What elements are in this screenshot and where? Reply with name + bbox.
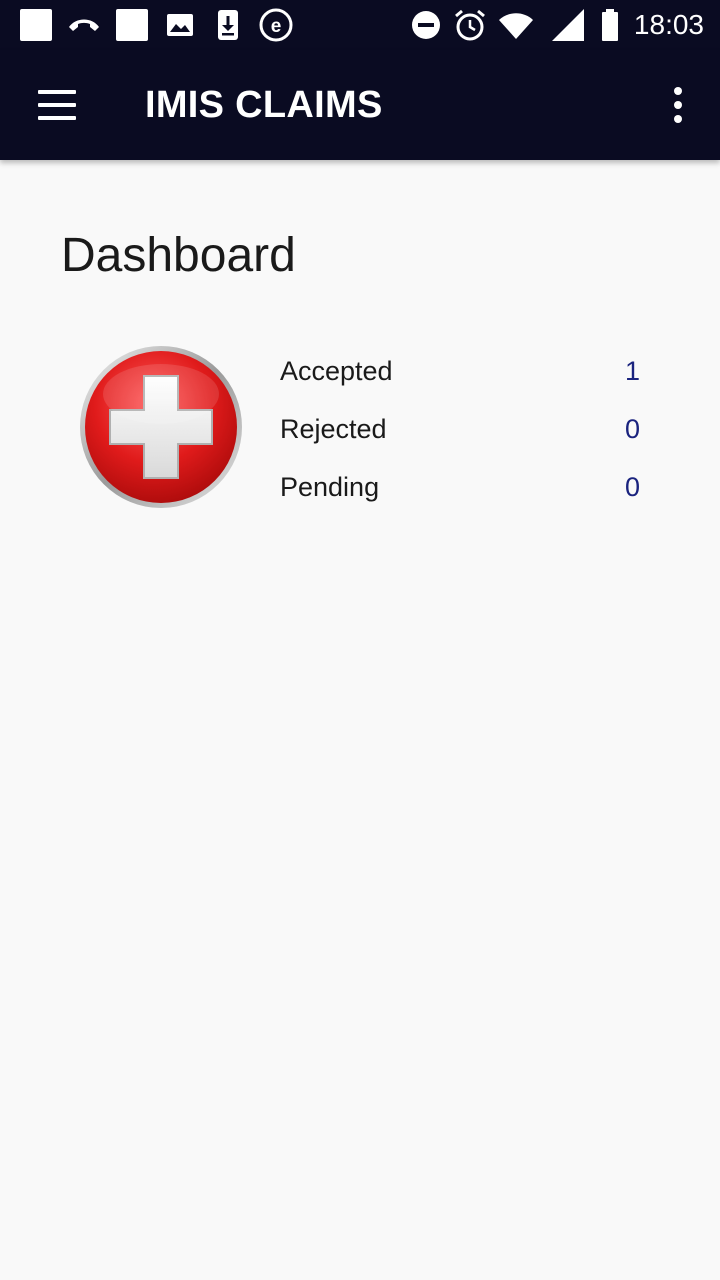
svg-text:e: e bbox=[271, 16, 282, 37]
stat-label: Accepted bbox=[280, 356, 393, 386]
app-title: IMIS CLAIMS bbox=[145, 84, 383, 126]
red-cross-icon bbox=[80, 346, 242, 508]
notification-square-icon bbox=[116, 9, 148, 41]
status-bar: e 18:03 bbox=[0, 0, 720, 50]
clock-time: 18:03 bbox=[633, 9, 704, 40]
stat-value: 1 bbox=[624, 356, 640, 386]
wifi-icon bbox=[499, 13, 533, 39]
alarm-icon bbox=[455, 9, 485, 41]
stat-label: Pending bbox=[280, 472, 380, 502]
page-title: Dashboard bbox=[61, 229, 296, 282]
image-icon bbox=[167, 14, 193, 36]
stat-row-pending: Pending 0 bbox=[280, 467, 640, 507]
notification-square-icon bbox=[20, 9, 52, 41]
missed-call-icon bbox=[69, 19, 99, 31]
download-icon bbox=[218, 10, 238, 40]
stat-row-rejected: Rejected 0 bbox=[280, 409, 640, 449]
app-bar: IMIS CLAIMS bbox=[0, 50, 720, 160]
signal-icon bbox=[552, 9, 584, 41]
menu-button[interactable] bbox=[28, 83, 84, 127]
do-not-disturb-icon bbox=[412, 11, 440, 39]
stat-value: 0 bbox=[624, 472, 640, 502]
stat-value: 0 bbox=[624, 414, 640, 444]
more-vert-icon bbox=[674, 87, 682, 95]
menu-icon bbox=[38, 90, 76, 94]
battery-icon bbox=[602, 9, 618, 41]
stat-label: Rejected bbox=[280, 414, 387, 444]
browser-e-icon: e bbox=[259, 8, 293, 42]
overflow-menu-button[interactable] bbox=[658, 82, 698, 128]
stat-row-accepted: Accepted 1 bbox=[280, 351, 640, 391]
